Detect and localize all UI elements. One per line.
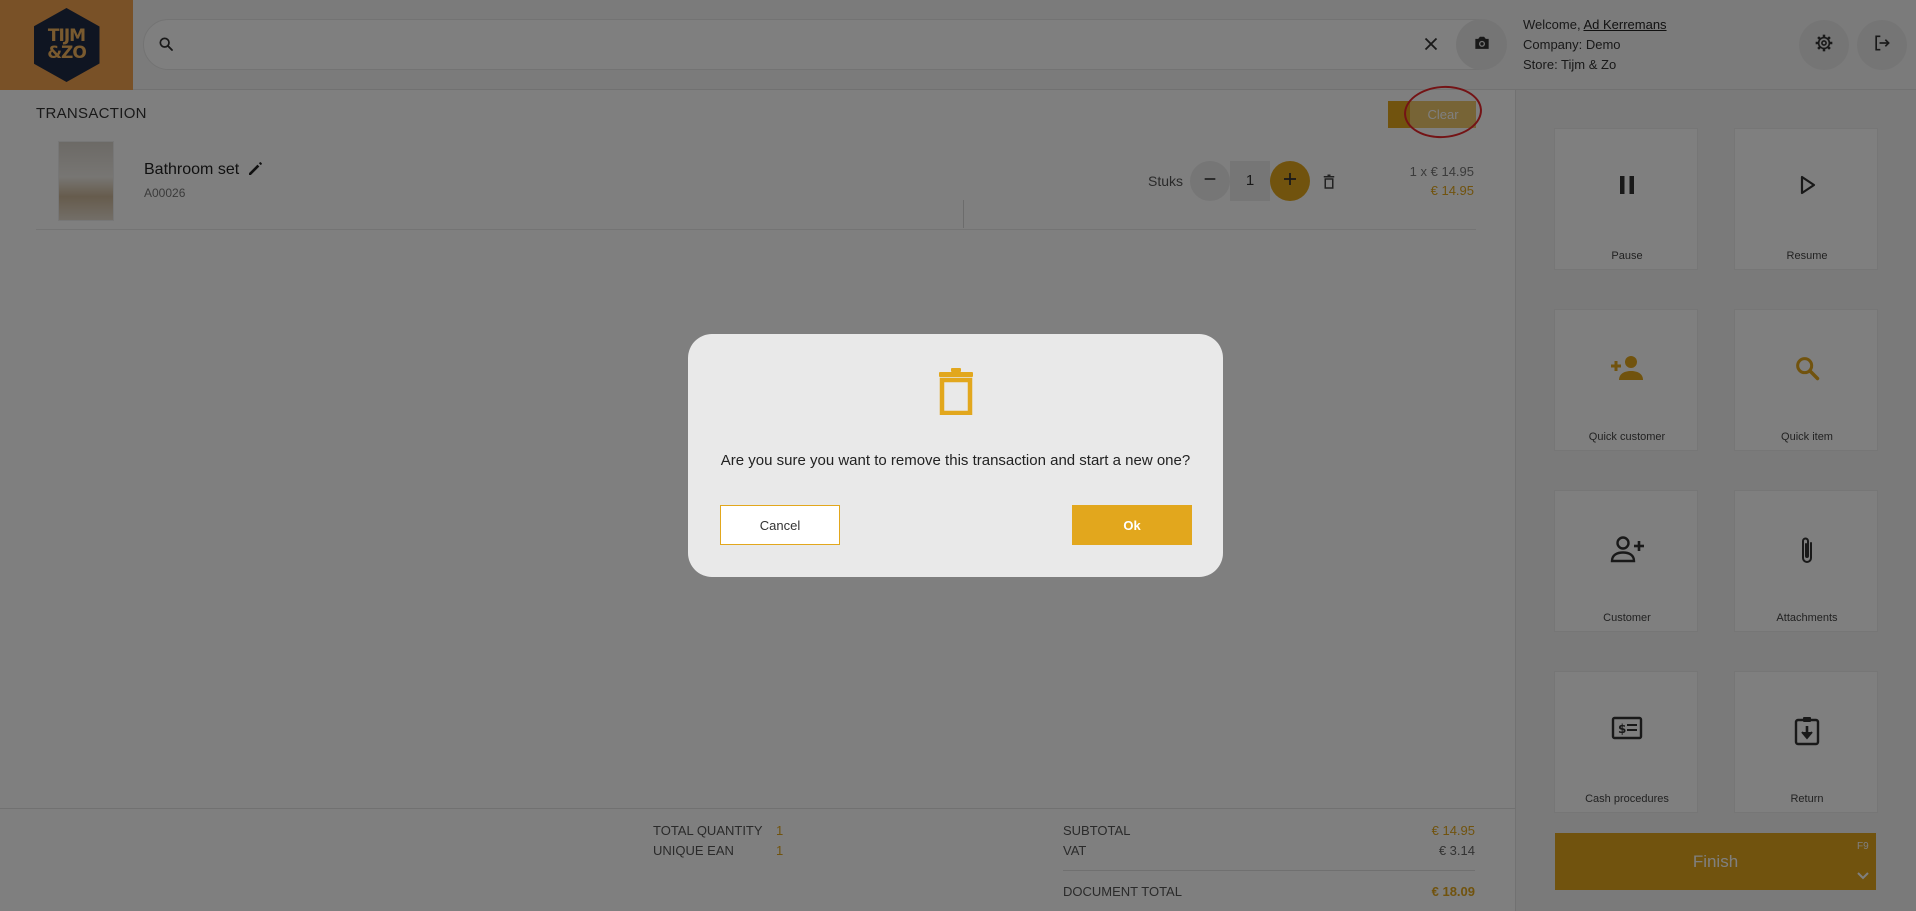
confirm-dialog: Are you sure you want to remove this tra… — [688, 334, 1223, 577]
dialog-message: Are you sure you want to remove this tra… — [720, 452, 1191, 469]
cancel-button[interactable]: Cancel — [720, 505, 840, 545]
trash-icon — [937, 367, 975, 419]
ok-button[interactable]: Ok — [1072, 505, 1192, 545]
